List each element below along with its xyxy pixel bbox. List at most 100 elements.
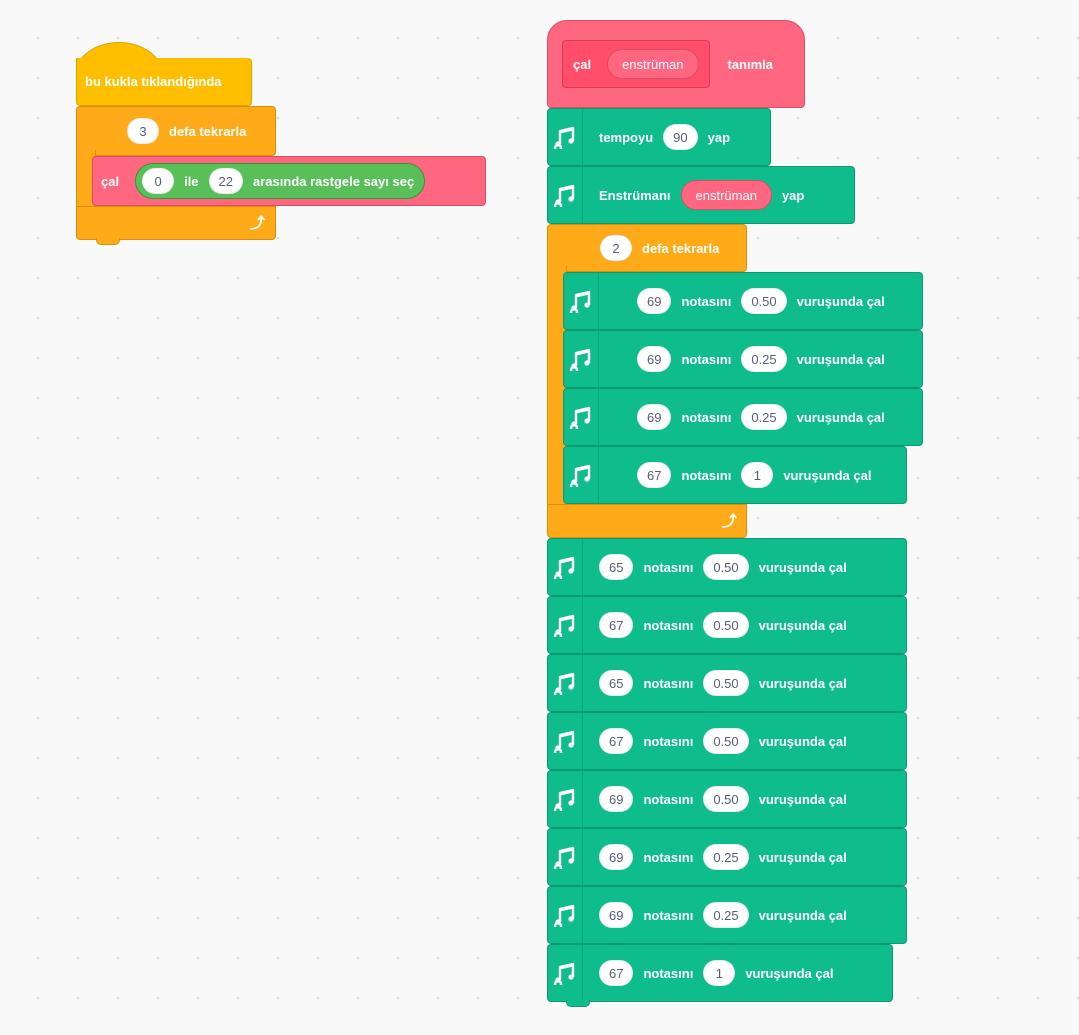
define-prototype: çal enstrüman	[562, 40, 710, 88]
note-label: notasını	[643, 965, 694, 981]
repeat-2-count-input[interactable]: 2	[600, 235, 632, 261]
beats-label: vuruşunda çal	[796, 409, 885, 425]
tempo-suffix: yap	[707, 129, 731, 145]
music-extension-icon	[548, 887, 583, 943]
beats-label: vuruşunda çal	[758, 617, 847, 633]
music-extension-icon	[548, 655, 583, 711]
play-note-block[interactable]: 65 notasını 0.50 vuruşunda çal	[547, 654, 907, 712]
random-number-block[interactable]: 0 ile 22 arasında rastgele sayı seç	[135, 163, 426, 199]
loop-arrow-icon: ⤴	[250, 215, 266, 232]
play-note-block[interactable]: 69 notasını 0.25 vuruşunda çal	[547, 886, 907, 944]
play-note-block[interactable]: 69 notasını 0.25 vuruşunda çal	[563, 388, 923, 446]
beats-input[interactable]: 0.25	[741, 404, 787, 430]
note-input[interactable]: 67	[599, 960, 634, 986]
note-label: notasını	[643, 849, 694, 865]
beats-input[interactable]: 0.50	[703, 728, 749, 754]
tempo-input[interactable]: 90	[663, 124, 698, 150]
play-note-block[interactable]: 67 notasını 1 vuruşunda çal	[547, 944, 893, 1002]
note-input[interactable]: 69	[599, 902, 634, 928]
note-input[interactable]: 67	[599, 728, 634, 754]
beats-input[interactable]: 1	[703, 960, 736, 986]
note-input[interactable]: 67	[637, 462, 672, 488]
play-note-block[interactable]: 67 notasını 0.50 vuruşunda çal	[547, 596, 907, 654]
note-input[interactable]: 65	[599, 554, 634, 580]
play-note-block[interactable]: 65 notasını 0.50 vuruşunda çal	[547, 538, 907, 596]
note-label: notasını	[681, 293, 732, 309]
music-extension-icon	[548, 539, 583, 595]
music-extension-icon	[548, 167, 583, 223]
note-label: notasını	[643, 617, 694, 633]
play-note-block[interactable]: 69 notasını 0.25 vuruşunda çal	[547, 828, 907, 886]
random-label: arasında rastgele sayı seç	[253, 173, 415, 189]
random-and-label: ile	[184, 173, 199, 189]
repeat-count-input[interactable]: 3	[127, 118, 159, 144]
loop-arrow-icon: ⤴	[722, 513, 738, 530]
random-from-input[interactable]: 0	[142, 168, 175, 194]
note-label: notasını	[681, 351, 732, 367]
set-tempo-block[interactable]: tempoyu 90 yap	[547, 108, 771, 166]
call-play-label: çal	[101, 173, 120, 189]
music-extension-icon	[564, 331, 599, 387]
play-note-block[interactable]: 67 notasını 1 vuruşunda çal	[563, 446, 907, 504]
music-extension-icon	[564, 447, 599, 503]
note-label: notasını	[681, 467, 732, 483]
define-param-instrument[interactable]: enstrüman	[607, 49, 699, 79]
note-input[interactable]: 67	[599, 612, 634, 638]
note-label: notasını	[681, 409, 732, 425]
beats-input[interactable]: 0.50	[741, 288, 787, 314]
instrument-label: Enstrümanı	[599, 187, 671, 203]
beats-input[interactable]: 0.25	[703, 844, 749, 870]
repeat-2-label: defa tekrarla	[642, 240, 720, 256]
define-label: tanımla	[727, 56, 774, 72]
beats-label: vuruşunda çal	[758, 559, 847, 575]
when-sprite-clicked-block[interactable]: bu kukla tıklandığında	[76, 58, 252, 106]
call-play-block[interactable]: çal 0 ile 22 arasında rastgele sayı seç	[92, 156, 486, 206]
play-note-block[interactable]: 69 notasını 0.50 vuruşunda çal	[547, 770, 907, 828]
when-sprite-clicked-label: bu kukla tıklandığında	[85, 74, 222, 89]
note-input[interactable]: 69	[599, 844, 634, 870]
note-input[interactable]: 69	[599, 786, 634, 812]
music-extension-icon	[548, 771, 583, 827]
define-block[interactable]: çal enstrüman tanımla	[547, 20, 805, 108]
random-to-input[interactable]: 22	[208, 168, 244, 194]
note-input[interactable]: 69	[637, 346, 672, 372]
beats-label: vuruşunda çal	[758, 791, 847, 807]
note-input[interactable]: 69	[637, 404, 672, 430]
beats-input[interactable]: 0.50	[703, 612, 749, 638]
set-instrument-block[interactable]: Enstrümanı enstrüman yap	[547, 166, 855, 224]
repeat-label: defa tekrarla	[169, 123, 247, 139]
bottom-notch	[96, 238, 120, 245]
music-extension-icon	[548, 829, 583, 885]
beats-input[interactable]: 0.25	[703, 902, 749, 928]
define-play-label: çal	[573, 56, 592, 72]
instrument-suffix: yap	[781, 187, 805, 203]
beats-input[interactable]: 0.50	[703, 554, 749, 580]
music-extension-icon	[548, 713, 583, 769]
play-note-block[interactable]: 67 notasını 0.50 vuruşunda çal	[547, 712, 907, 770]
repeat-2-block[interactable]: 2 defa tekrarla	[547, 224, 747, 272]
repeat-2-bottom	[547, 504, 747, 538]
note-label: notasını	[643, 791, 694, 807]
instrument-param[interactable]: enstrüman	[680, 180, 772, 210]
note-input[interactable]: 65	[599, 670, 634, 696]
beats-input[interactable]: 0.50	[703, 786, 749, 812]
music-extension-icon	[548, 945, 583, 1001]
beats-input[interactable]: 0.50	[703, 670, 749, 696]
beats-input[interactable]: 1	[741, 462, 774, 488]
note-label: notasını	[643, 733, 694, 749]
beats-input[interactable]: 0.25	[741, 346, 787, 372]
note-label: notasını	[643, 907, 694, 923]
repeat-bottom	[76, 206, 276, 240]
beats-label: vuruşunda çal	[758, 907, 847, 923]
repeat-block[interactable]: 3 defa tekrarla	[76, 106, 276, 156]
bottom-notch	[566, 1000, 590, 1007]
music-extension-icon	[564, 273, 599, 329]
play-note-block[interactable]: 69 notasını 0.25 vuruşunda çal	[563, 330, 923, 388]
beats-label: vuruşunda çal	[796, 293, 885, 309]
note-label: notasını	[643, 559, 694, 575]
play-note-block[interactable]: 69 notasını 0.50 vuruşunda çal	[563, 272, 923, 330]
tempo-label: tempoyu	[599, 129, 654, 145]
beats-label: vuruşunda çal	[783, 467, 872, 483]
note-input[interactable]: 69	[637, 288, 672, 314]
music-extension-icon	[564, 389, 599, 445]
